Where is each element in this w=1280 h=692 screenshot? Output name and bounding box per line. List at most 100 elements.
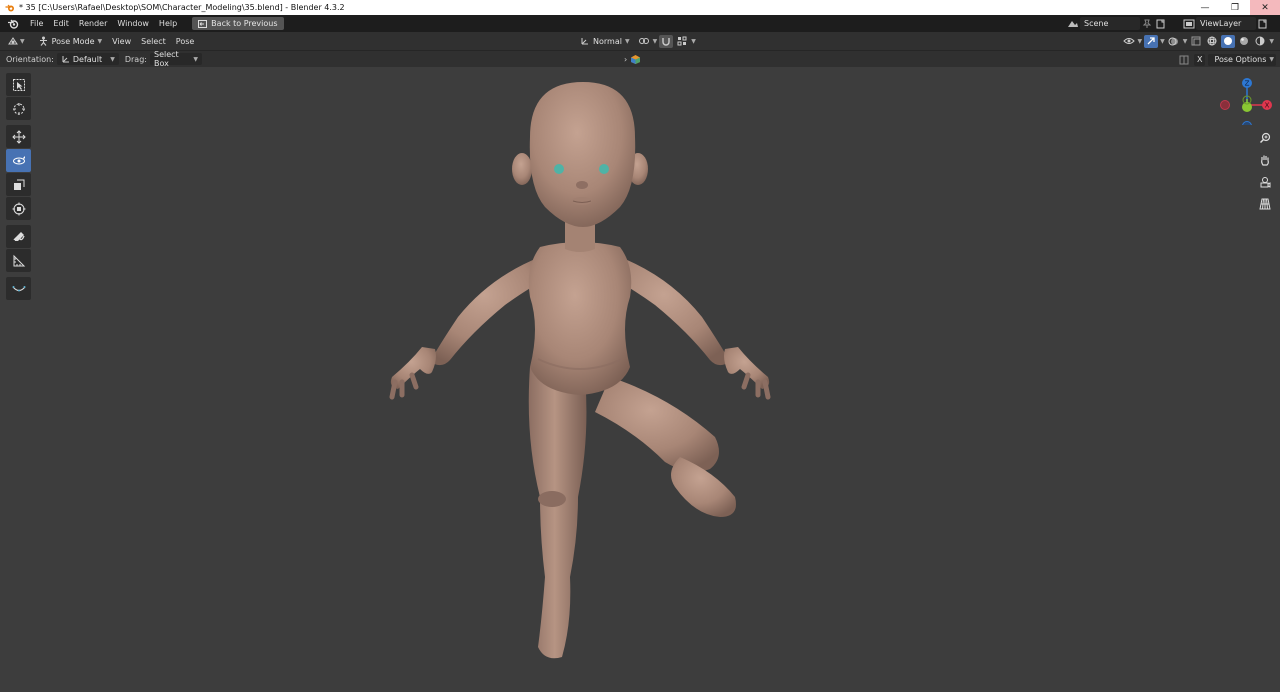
gizmo-caret-icon: ▼ bbox=[1160, 37, 1165, 45]
annotate-pencil-icon bbox=[12, 231, 25, 241]
menu-edit[interactable]: Edit bbox=[48, 15, 74, 32]
new-view-layer-icon[interactable] bbox=[1256, 17, 1270, 30]
pan-button[interactable] bbox=[1256, 151, 1274, 169]
rotate-tool[interactable] bbox=[6, 149, 31, 172]
annotate-tool[interactable] bbox=[6, 225, 31, 248]
pin-icon[interactable] bbox=[1140, 17, 1154, 30]
snap-target-icon[interactable] bbox=[675, 35, 689, 48]
orientation-gizmo-icon bbox=[62, 55, 69, 62]
drag-label: Drag: bbox=[124, 54, 147, 64]
orientation-label: Orientation: bbox=[6, 54, 54, 64]
pose-options-dropdown[interactable]: Pose Options ▼ bbox=[1208, 53, 1276, 66]
shading-caret-icon: ▼ bbox=[1269, 37, 1274, 45]
pose-options-label: Pose Options bbox=[1214, 55, 1267, 64]
cursor-tool[interactable] bbox=[6, 97, 31, 120]
new-scene-icon[interactable] bbox=[1154, 17, 1168, 30]
orientation-dropdown[interactable]: Default ▼ bbox=[56, 53, 119, 65]
back-to-previous-button[interactable]: Back to Previous bbox=[192, 17, 284, 30]
window-title: * 35 [C:\Users\Rafael\Desktop\SOM\Charac… bbox=[19, 3, 345, 12]
character-model[interactable] bbox=[380, 77, 780, 667]
viewport-header: ▼ Pose Mode ▼ View Select Pose Normal ▼ … bbox=[0, 32, 1280, 50]
shading-rendered-icon[interactable] bbox=[1253, 35, 1267, 48]
pivot-caret-icon: ▼ bbox=[652, 37, 658, 45]
header-menu-select[interactable]: Select bbox=[136, 33, 171, 50]
orientation-dd-caret-icon: ▼ bbox=[110, 55, 115, 63]
zoom-button[interactable] bbox=[1256, 129, 1274, 147]
gizmo-x-label: X bbox=[1265, 102, 1270, 110]
scene-icon[interactable] bbox=[1066, 17, 1080, 30]
perspective-toggle-button[interactable] bbox=[1256, 195, 1274, 213]
select-box-icon bbox=[12, 78, 25, 91]
orientation-caret-icon: ▼ bbox=[624, 37, 630, 45]
measure-tool[interactable] bbox=[6, 249, 31, 272]
camera-view-button[interactable] bbox=[1256, 173, 1274, 191]
menu-file[interactable]: File bbox=[25, 15, 48, 32]
drag-dropdown[interactable]: Select Box ▼ bbox=[149, 50, 202, 68]
window-titlebar: * 35 [C:\Users\Rafael\Desktop\SOM\Charac… bbox=[0, 0, 1280, 15]
blender-menu-icon[interactable] bbox=[7, 18, 19, 30]
show-overlays-icon[interactable] bbox=[1167, 35, 1181, 48]
pose-options-caret-icon: ▼ bbox=[1269, 56, 1274, 63]
minimize-button[interactable]: — bbox=[1190, 0, 1220, 15]
gizmo-neg-z-axis[interactable] bbox=[1242, 121, 1252, 126]
move-icon bbox=[11, 129, 26, 144]
top-menubar: File Edit Render Window Help Back to Pre… bbox=[0, 15, 1280, 32]
cursor-icon bbox=[12, 102, 25, 115]
snap-icon[interactable] bbox=[659, 34, 674, 48]
overlays-caret-icon: ▼ bbox=[1182, 37, 1188, 45]
menu-render[interactable]: Render bbox=[74, 15, 112, 32]
snap-caret-icon: ▼ bbox=[691, 37, 696, 45]
navigation-gizmo[interactable]: Z X bbox=[1218, 71, 1272, 125]
shading-wireframe-icon[interactable] bbox=[1205, 35, 1219, 48]
view-layer-name: ViewLayer bbox=[1200, 19, 1242, 28]
view-layer-icon[interactable] bbox=[1182, 17, 1196, 30]
scene-name: Scene bbox=[1084, 19, 1109, 28]
x-mirror-toggle[interactable]: X bbox=[1193, 53, 1206, 66]
menu-help[interactable]: Help bbox=[154, 15, 182, 32]
header-menu-pose[interactable]: Pose bbox=[171, 33, 200, 50]
bone-envelope-tool[interactable] bbox=[6, 277, 31, 300]
zoom-icon bbox=[1259, 132, 1271, 144]
expand-arrow-icon[interactable]: › bbox=[624, 55, 627, 64]
transform-tool[interactable] bbox=[6, 197, 31, 220]
header-menu-view[interactable]: View bbox=[107, 33, 136, 50]
orientation-value: Default bbox=[72, 54, 103, 64]
mode-selector[interactable]: Pose Mode ▼ bbox=[33, 34, 108, 48]
close-button[interactable]: ✕ bbox=[1250, 0, 1280, 15]
move-tool[interactable] bbox=[6, 125, 31, 148]
orientation-icon bbox=[581, 38, 588, 45]
transform-icon bbox=[12, 202, 25, 215]
tool-options-bar: Orientation: Default ▼ Drag: Select Box … bbox=[0, 50, 1280, 68]
view-layer-selector[interactable]: ViewLayer bbox=[1196, 17, 1256, 30]
screen-back-icon bbox=[198, 19, 208, 28]
transform-orientation-label: Normal bbox=[593, 36, 622, 46]
drag-dd-caret-icon: ▼ bbox=[193, 55, 198, 63]
shading-cube-icon[interactable] bbox=[630, 54, 641, 65]
mode-label: Pose Mode bbox=[51, 36, 95, 46]
gizmo-z-label: Z bbox=[1245, 80, 1250, 88]
gizmo-neg-x-axis[interactable] bbox=[1220, 100, 1230, 110]
blender-logo-icon bbox=[5, 4, 14, 11]
show-gizmo-icon[interactable] bbox=[1144, 34, 1159, 48]
navigation-buttons bbox=[1256, 129, 1274, 213]
pose-mode-icon bbox=[39, 36, 47, 46]
shading-solid-icon[interactable] bbox=[1221, 34, 1236, 48]
scale-tool[interactable] bbox=[6, 173, 31, 196]
x-mirror-label: X bbox=[1196, 55, 1203, 64]
maximize-button[interactable]: ❐ bbox=[1220, 0, 1250, 15]
camera-icon bbox=[1260, 177, 1271, 188]
hand-icon bbox=[1261, 155, 1269, 166]
shading-material-icon[interactable] bbox=[1237, 35, 1251, 48]
scene-selector[interactable]: Scene bbox=[1080, 17, 1140, 30]
mode-caret-icon: ▼ bbox=[97, 37, 103, 45]
mirror-mode-icon[interactable] bbox=[1177, 53, 1191, 66]
select-box-tool[interactable] bbox=[6, 73, 31, 96]
transform-orientation-selector[interactable]: Normal ▼ bbox=[575, 34, 635, 48]
visibility-selectability-icon[interactable] bbox=[1122, 35, 1136, 48]
menu-window[interactable]: Window bbox=[112, 15, 154, 32]
editor-type-icon[interactable] bbox=[6, 35, 20, 48]
pivot-point-icon[interactable] bbox=[637, 35, 651, 48]
xray-icon[interactable] bbox=[1189, 35, 1203, 48]
3d-viewport[interactable]: Z X bbox=[0, 67, 1280, 692]
back-to-previous-label: Back to Previous bbox=[211, 19, 278, 28]
